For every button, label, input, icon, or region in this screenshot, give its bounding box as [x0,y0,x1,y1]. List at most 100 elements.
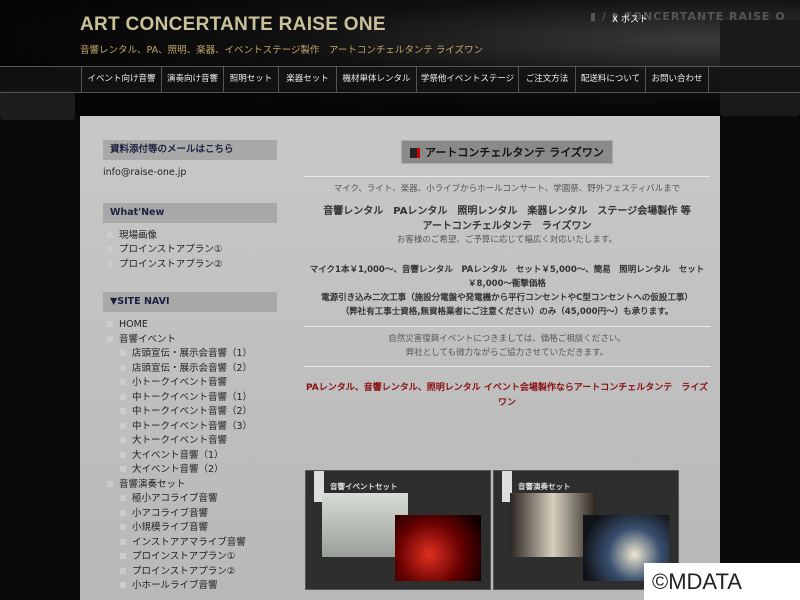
bullet-icon [120,567,126,574]
sidebar-link[interactable]: 小規模ライブ音響 [120,521,277,536]
nav-item[interactable]: 演奏向け音響 [161,67,223,93]
whatsnew-heading: What'New [103,202,277,223]
price-text: 電源引き込み二次工事（施設分電盤や発電機から平行コンセントやC型コンセントへの仮… [321,293,693,303]
bullet-icon [120,466,126,472]
sidebar-link[interactable]: 大イベント音響（2） [120,463,277,478]
bullet-icon [107,260,113,267]
sidebar-link[interactable]: 店頭宣伝・展示会音響（2） [120,362,277,377]
link-label: 大トークイベント音響 [132,435,228,446]
sidebar-link[interactable]: 小アコライブ音響 [120,507,277,522]
nav-item[interactable]: 機材単体レンタル [336,67,416,93]
bullet-icon [120,350,126,356]
disaster-note: 自然災害復興イベントにつきましては、価格ご相談ください。 [388,334,626,344]
price-text: マイク1本￥1,000～、音響レンタル PAレンタル セット￥5,000～、簡易… [309,265,705,289]
sidebar-link[interactable]: プロインストアプラン① [107,243,277,258]
bullet-icon [120,509,126,516]
nav-item[interactable]: 照明セット [223,67,278,93]
content-panel: 資料添付等のメールはこちら info@raise-one.jp What'New… [80,116,720,600]
bullet-icon [120,393,126,400]
bullet-icon [120,524,126,530]
link-label: プロインストアプラン② [119,258,223,270]
bullet-icon [120,538,126,545]
sidebar-link[interactable]: プロインストアプラン① [120,550,277,565]
bullet-icon [120,451,126,458]
link-label: 中トークイベント音響（2） [132,406,253,417]
card-label: 音響イベントセット [330,482,398,491]
link-label: 大イベント音響（2） [132,464,224,475]
site-header: ▮ / ▮ CONCERTANTE RAISE O ART CONCERTANT… [0,0,800,120]
sidebar-link[interactable]: インストアアマライブ音響 [120,536,277,551]
sidebar-link[interactable]: 大イベント音響（1） [120,449,277,464]
link-label: 音響演奏セット [119,478,186,490]
logo-mark-icon [410,148,421,158]
watermark: ©MDATA [644,563,800,600]
company-name: アートコンチェルタンテ ライズワン [422,220,592,232]
link-label: 店頭宣伝・展示会音響（2） [132,362,253,374]
bullet-icon [120,408,126,414]
link-label: HOME [119,319,148,330]
services-line: 音響レンタル PAレンタル 照明レンタル 楽器レンタル ステージ会場製作 等 [323,205,691,217]
sidebar-link[interactable]: 極小アコライブ音響 [120,492,277,507]
link-label: プロインストアプラン① [132,551,236,562]
bullet-icon [107,335,113,342]
sidebar-link[interactable]: 店頭宣伝・展示会音響（1） [120,347,277,362]
link-label: プロインストアプラン② [132,565,236,577]
link-label: 大イベント音響（1） [132,449,224,461]
nav-link-play[interactable]: 音響演奏セット [107,478,277,493]
bullet-icon [107,321,113,327]
event-set-card[interactable]: 音響イベントセット [305,470,491,590]
bullet-icon [107,231,113,238]
service-note: お客様のご希望、ご予算に応じて幅広く対応いたします。 [396,234,618,245]
nav-link-event[interactable]: 音響イベント [107,333,277,348]
link-label: 小規模ライブ音響 [132,522,209,533]
link-label: 現場画像 [119,229,158,241]
email-link[interactable]: info@raise-one.jp [103,166,277,181]
nav-link-home[interactable]: HOME [107,318,277,333]
nav-item[interactable]: 学祭他イベントステージ [416,67,518,93]
nav-item[interactable]: ご注文方法 [518,67,575,93]
bullet-icon [120,495,126,501]
bullet-icon [120,422,126,429]
sidebar-link[interactable]: 大トークイベント音響 [120,434,277,449]
logo-text: アートコンチェルタンテ ライズワン [425,146,604,159]
link-label: 中トークイベント音響（1） [132,391,253,403]
main-content: アートコンチェルタンテ ライズワン マイク、ライト、楽器、小ライブからホールコン… [304,140,710,410]
price-text: （弊社有工事士資格,無資格業者にご注意ください）のみ（45,000円～）も承りま… [340,307,674,317]
sidebar-link[interactable]: プロインストアプラン② [107,258,277,273]
nav-item[interactable]: イベント向け音響 [81,67,161,93]
x-post-button[interactable]: X ポスト [612,12,648,25]
company-logo: アートコンチェルタンテ ライズワン [401,140,613,164]
bullet-icon [120,379,126,385]
disaster-note: 弊社としても微力ながらご協力させていただきます。 [405,347,609,358]
sidebar-link[interactable]: 中トークイベント音響（2） [120,405,277,420]
bullet-icon [107,246,113,252]
bullet-icon [120,364,126,371]
bullet-icon [120,553,126,559]
nav-item[interactable]: 配送料について [575,67,645,93]
link-label: 小ホールライブ音響 [132,580,218,591]
sidebar-link[interactable]: 小ホールライブ音響 [120,579,277,594]
link-label: 小アコライブ音響 [132,507,209,519]
site-title[interactable]: ART CONCERTANTE RAISE ONE [80,14,386,36]
sidebar-link[interactable]: 中トークイベント音響（1） [120,391,277,406]
main-nav: イベント向け音響 演奏向け音響 照明セット 楽器セット 機材単体レンタル 学祭他… [0,66,800,93]
card-label: 音響演奏セット [518,482,571,491]
tagline: マイク、ライト、楽器、小ライブからホールコンサート、学園祭、野外フェスティバルま… [333,184,681,194]
link-label: インストアアマライブ音響 [132,536,246,548]
link-label: 店頭宣伝・展示会音響（1） [132,348,253,359]
nav-item[interactable]: お問い合わせ [645,67,709,93]
bullet-icon [120,437,126,443]
link-label: プロインストアプラン① [119,244,223,255]
event-photo [395,515,481,581]
site-subtitle: 音響レンタル、PA、照明、楽器、イベントステージ製作 アートコンチェルタンテ ラ… [80,45,484,56]
sidebar-link[interactable]: プロインストアプラン② [120,565,277,580]
promo-link[interactable]: PAレンタル、音響レンタル、照明レンタル イベント会場製作ならアートコンチェルタ… [304,381,710,410]
link-label: 音響イベント [119,333,177,345]
link-label: 極小アコライブ音響 [132,493,218,504]
nav-item[interactable]: 楽器セット [278,67,336,93]
mail-heading: 資料添付等のメールはこちら [103,140,277,160]
link-label: 中トークイベント音響（3） [132,420,253,432]
sidebar-link[interactable]: 小トークイベント音響 [120,376,277,391]
sidebar-link[interactable]: 中トークイベント音響（3） [120,420,277,435]
sidebar-link[interactable]: 現場画像 [107,229,277,244]
